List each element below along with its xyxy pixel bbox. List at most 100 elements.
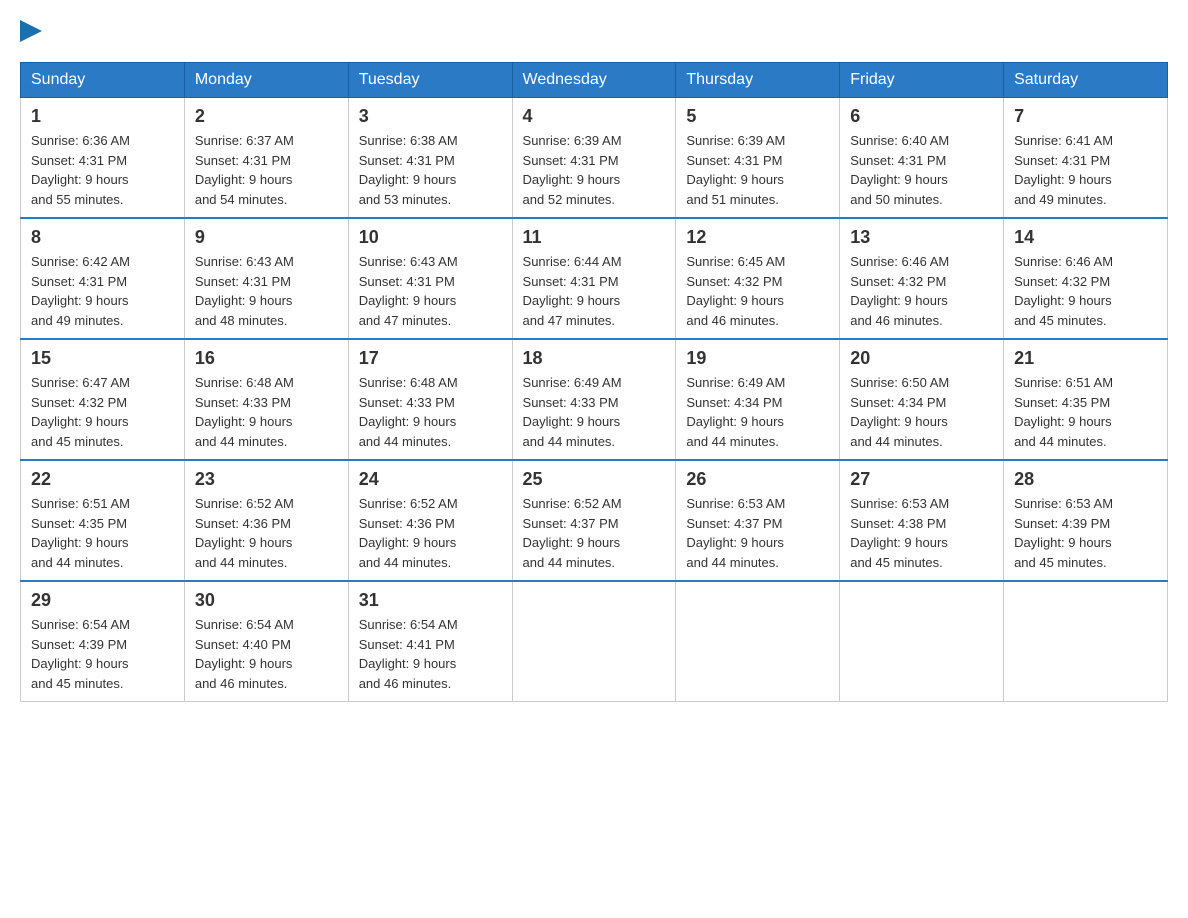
day-info: Sunrise: 6:48 AMSunset: 4:33 PMDaylight:… — [195, 373, 338, 451]
day-number: 26 — [686, 469, 829, 490]
day-info: Sunrise: 6:42 AMSunset: 4:31 PMDaylight:… — [31, 252, 174, 330]
calendar-week-row: 8 Sunrise: 6:42 AMSunset: 4:31 PMDayligh… — [21, 218, 1168, 339]
calendar-cell: 3 Sunrise: 6:38 AMSunset: 4:31 PMDayligh… — [348, 98, 512, 219]
calendar-week-row: 15 Sunrise: 6:47 AMSunset: 4:32 PMDaylig… — [21, 339, 1168, 460]
day-info: Sunrise: 6:40 AMSunset: 4:31 PMDaylight:… — [850, 131, 993, 209]
calendar-cell: 2 Sunrise: 6:37 AMSunset: 4:31 PMDayligh… — [184, 98, 348, 219]
day-number: 17 — [359, 348, 502, 369]
day-info: Sunrise: 6:36 AMSunset: 4:31 PMDaylight:… — [31, 131, 174, 209]
day-info: Sunrise: 6:46 AMSunset: 4:32 PMDaylight:… — [850, 252, 993, 330]
day-info: Sunrise: 6:52 AMSunset: 4:37 PMDaylight:… — [523, 494, 666, 572]
weekday-header-wednesday: Wednesday — [512, 63, 676, 98]
calendar-cell: 10 Sunrise: 6:43 AMSunset: 4:31 PMDaylig… — [348, 218, 512, 339]
day-number: 8 — [31, 227, 174, 248]
day-info: Sunrise: 6:51 AMSunset: 4:35 PMDaylight:… — [1014, 373, 1157, 451]
calendar-cell: 26 Sunrise: 6:53 AMSunset: 4:37 PMDaylig… — [676, 460, 840, 581]
day-number: 6 — [850, 106, 993, 127]
calendar-cell: 8 Sunrise: 6:42 AMSunset: 4:31 PMDayligh… — [21, 218, 185, 339]
calendar-cell — [512, 581, 676, 702]
calendar-week-row: 22 Sunrise: 6:51 AMSunset: 4:35 PMDaylig… — [21, 460, 1168, 581]
weekday-header-monday: Monday — [184, 63, 348, 98]
weekday-header-row: SundayMondayTuesdayWednesdayThursdayFrid… — [21, 63, 1168, 98]
day-number: 27 — [850, 469, 993, 490]
calendar-cell: 22 Sunrise: 6:51 AMSunset: 4:35 PMDaylig… — [21, 460, 185, 581]
calendar-cell — [676, 581, 840, 702]
calendar-cell: 7 Sunrise: 6:41 AMSunset: 4:31 PMDayligh… — [1004, 98, 1168, 219]
day-number: 11 — [523, 227, 666, 248]
day-info: Sunrise: 6:53 AMSunset: 4:39 PMDaylight:… — [1014, 494, 1157, 572]
calendar-cell: 31 Sunrise: 6:54 AMSunset: 4:41 PMDaylig… — [348, 581, 512, 702]
calendar-table: SundayMondayTuesdayWednesdayThursdayFrid… — [20, 62, 1168, 702]
calendar-week-row: 29 Sunrise: 6:54 AMSunset: 4:39 PMDaylig… — [21, 581, 1168, 702]
day-number: 25 — [523, 469, 666, 490]
day-number: 21 — [1014, 348, 1157, 369]
weekday-header-tuesday: Tuesday — [348, 63, 512, 98]
day-info: Sunrise: 6:39 AMSunset: 4:31 PMDaylight:… — [523, 131, 666, 209]
day-number: 1 — [31, 106, 174, 127]
day-info: Sunrise: 6:47 AMSunset: 4:32 PMDaylight:… — [31, 373, 174, 451]
day-info: Sunrise: 6:54 AMSunset: 4:39 PMDaylight:… — [31, 615, 174, 693]
calendar-cell: 4 Sunrise: 6:39 AMSunset: 4:31 PMDayligh… — [512, 98, 676, 219]
day-info: Sunrise: 6:49 AMSunset: 4:33 PMDaylight:… — [523, 373, 666, 451]
calendar-cell: 19 Sunrise: 6:49 AMSunset: 4:34 PMDaylig… — [676, 339, 840, 460]
day-info: Sunrise: 6:51 AMSunset: 4:35 PMDaylight:… — [31, 494, 174, 572]
day-number: 5 — [686, 106, 829, 127]
day-number: 12 — [686, 227, 829, 248]
calendar-cell: 16 Sunrise: 6:48 AMSunset: 4:33 PMDaylig… — [184, 339, 348, 460]
weekday-header-sunday: Sunday — [21, 63, 185, 98]
day-info: Sunrise: 6:53 AMSunset: 4:38 PMDaylight:… — [850, 494, 993, 572]
calendar-cell: 20 Sunrise: 6:50 AMSunset: 4:34 PMDaylig… — [840, 339, 1004, 460]
calendar-cell: 21 Sunrise: 6:51 AMSunset: 4:35 PMDaylig… — [1004, 339, 1168, 460]
day-info: Sunrise: 6:48 AMSunset: 4:33 PMDaylight:… — [359, 373, 502, 451]
calendar-cell: 24 Sunrise: 6:52 AMSunset: 4:36 PMDaylig… — [348, 460, 512, 581]
day-info: Sunrise: 6:44 AMSunset: 4:31 PMDaylight:… — [523, 252, 666, 330]
calendar-cell: 29 Sunrise: 6:54 AMSunset: 4:39 PMDaylig… — [21, 581, 185, 702]
calendar-cell: 27 Sunrise: 6:53 AMSunset: 4:38 PMDaylig… — [840, 460, 1004, 581]
calendar-cell: 17 Sunrise: 6:48 AMSunset: 4:33 PMDaylig… — [348, 339, 512, 460]
day-number: 29 — [31, 590, 174, 611]
logo-flag-icon — [20, 20, 42, 42]
day-number: 20 — [850, 348, 993, 369]
calendar-cell: 23 Sunrise: 6:52 AMSunset: 4:36 PMDaylig… — [184, 460, 348, 581]
day-number: 15 — [31, 348, 174, 369]
day-number: 16 — [195, 348, 338, 369]
day-number: 9 — [195, 227, 338, 248]
day-info: Sunrise: 6:41 AMSunset: 4:31 PMDaylight:… — [1014, 131, 1157, 209]
day-number: 24 — [359, 469, 502, 490]
day-number: 13 — [850, 227, 993, 248]
day-info: Sunrise: 6:54 AMSunset: 4:41 PMDaylight:… — [359, 615, 502, 693]
day-number: 4 — [523, 106, 666, 127]
day-info: Sunrise: 6:52 AMSunset: 4:36 PMDaylight:… — [359, 494, 502, 572]
calendar-cell: 11 Sunrise: 6:44 AMSunset: 4:31 PMDaylig… — [512, 218, 676, 339]
day-info: Sunrise: 6:45 AMSunset: 4:32 PMDaylight:… — [686, 252, 829, 330]
calendar-cell — [840, 581, 1004, 702]
weekday-header-thursday: Thursday — [676, 63, 840, 98]
calendar-cell: 25 Sunrise: 6:52 AMSunset: 4:37 PMDaylig… — [512, 460, 676, 581]
day-info: Sunrise: 6:46 AMSunset: 4:32 PMDaylight:… — [1014, 252, 1157, 330]
calendar-cell: 18 Sunrise: 6:49 AMSunset: 4:33 PMDaylig… — [512, 339, 676, 460]
day-info: Sunrise: 6:37 AMSunset: 4:31 PMDaylight:… — [195, 131, 338, 209]
day-number: 2 — [195, 106, 338, 127]
calendar-cell — [1004, 581, 1168, 702]
day-info: Sunrise: 6:50 AMSunset: 4:34 PMDaylight:… — [850, 373, 993, 451]
calendar-body: 1 Sunrise: 6:36 AMSunset: 4:31 PMDayligh… — [21, 98, 1168, 702]
day-info: Sunrise: 6:39 AMSunset: 4:31 PMDaylight:… — [686, 131, 829, 209]
day-info: Sunrise: 6:52 AMSunset: 4:36 PMDaylight:… — [195, 494, 338, 572]
calendar-cell: 28 Sunrise: 6:53 AMSunset: 4:39 PMDaylig… — [1004, 460, 1168, 581]
calendar-cell: 1 Sunrise: 6:36 AMSunset: 4:31 PMDayligh… — [21, 98, 185, 219]
calendar-cell: 9 Sunrise: 6:43 AMSunset: 4:31 PMDayligh… — [184, 218, 348, 339]
calendar-header: SundayMondayTuesdayWednesdayThursdayFrid… — [21, 63, 1168, 98]
day-number: 14 — [1014, 227, 1157, 248]
calendar-cell: 14 Sunrise: 6:46 AMSunset: 4:32 PMDaylig… — [1004, 218, 1168, 339]
day-info: Sunrise: 6:38 AMSunset: 4:31 PMDaylight:… — [359, 131, 502, 209]
day-number: 18 — [523, 348, 666, 369]
calendar-cell: 30 Sunrise: 6:54 AMSunset: 4:40 PMDaylig… — [184, 581, 348, 702]
day-number: 3 — [359, 106, 502, 127]
weekday-header-saturday: Saturday — [1004, 63, 1168, 98]
day-number: 23 — [195, 469, 338, 490]
day-info: Sunrise: 6:49 AMSunset: 4:34 PMDaylight:… — [686, 373, 829, 451]
logo — [20, 20, 42, 42]
calendar-cell: 6 Sunrise: 6:40 AMSunset: 4:31 PMDayligh… — [840, 98, 1004, 219]
day-number: 31 — [359, 590, 502, 611]
day-number: 19 — [686, 348, 829, 369]
